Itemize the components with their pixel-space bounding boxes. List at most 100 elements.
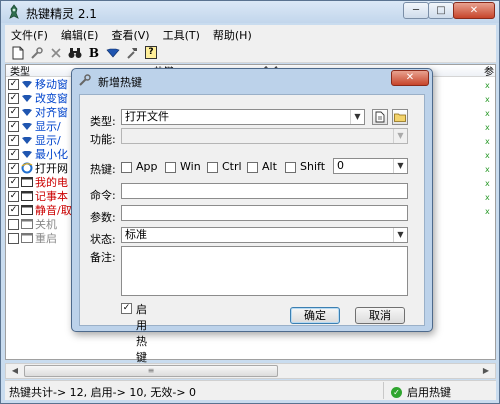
row-checkbox[interactable]: ✓ [8, 78, 19, 90]
row-checkbox[interactable] [8, 232, 19, 244]
row-checkbox[interactable]: ✓ [8, 162, 19, 174]
list-item[interactable]: ✓ 最小化 [8, 147, 68, 161]
note-textarea[interactable] [121, 246, 408, 296]
minimize-button[interactable]: ─ [403, 2, 429, 19]
row-mark: x [485, 95, 490, 104]
window-title: 热键精灵 2.1 [26, 7, 97, 21]
document-button[interactable] [372, 109, 388, 125]
maximize-button[interactable]: □ [428, 2, 454, 19]
ctrl-label: Ctrl [222, 160, 242, 173]
command-label: 命令: [90, 189, 116, 202]
row-mark: x [485, 193, 490, 202]
row-checkbox[interactable]: ✓ [8, 148, 19, 160]
toolbar: B ? [5, 43, 496, 63]
list-item[interactable]: ✓ 显示/ [8, 119, 61, 133]
scroll-left-arrow-icon[interactable]: ◀ [7, 364, 23, 378]
note-label: 备注: [90, 251, 116, 264]
scroll-right-arrow-icon[interactable]: ▶ [478, 364, 494, 378]
menu-tools[interactable]: 工具(T) [157, 25, 207, 43]
command-input[interactable] [121, 183, 408, 199]
key-dropdown[interactable]: 0 ▼ [333, 158, 408, 174]
list-item[interactable]: ✓ 移动窗 [8, 77, 68, 91]
app-checkbox[interactable] [121, 162, 132, 173]
win-checkbox[interactable] [165, 162, 176, 173]
row-checkbox[interactable]: ✓ [8, 92, 19, 104]
new-file-button[interactable] [9, 44, 27, 62]
list-item[interactable]: ✓ 我的电 [8, 175, 68, 189]
delete-icon [51, 47, 61, 58]
dialog-close-button[interactable]: ✕ [391, 70, 429, 86]
tools-button[interactable] [123, 44, 141, 62]
list-item[interactable]: ✓ 改变窗 [8, 91, 68, 105]
dialog-title: 新增热键 [98, 76, 142, 89]
list-item[interactable]: 关机 [8, 217, 57, 231]
row-checkbox[interactable]: ✓ [8, 120, 19, 132]
row-mark: x [485, 81, 490, 90]
ok-button[interactable]: 确定 [290, 307, 340, 324]
row-mark: x [485, 151, 490, 160]
enable-hotkey-checkbox[interactable]: ✓ [121, 303, 132, 314]
menu-view[interactable]: 查看(V) [105, 25, 156, 43]
list-item[interactable]: 重启 [8, 231, 57, 245]
close-button[interactable]: ✕ [453, 2, 495, 19]
bold-button[interactable]: B [85, 44, 103, 62]
list-item[interactable]: ✓ 对齐窗 [8, 105, 68, 119]
row-label: 重启 [35, 232, 57, 245]
dialog-title-bar: 新增热键 ✕ [72, 69, 432, 91]
hotkey-button[interactable] [104, 44, 122, 62]
key-value: 0 [337, 159, 344, 172]
new-hotkey-dialog: 新增热键 ✕ 类型: 打开文件 ▼ 功能: ▼ 热键: App Win Ctrl… [71, 68, 433, 364]
hotkey-diamond-icon [21, 107, 33, 118]
row-checkbox[interactable]: ✓ [8, 134, 19, 146]
params-input[interactable] [121, 205, 408, 221]
diamond-icon [106, 48, 120, 57]
list-item[interactable]: ✓ 静音/取 [8, 203, 72, 217]
browse-folder-button[interactable] [392, 109, 408, 125]
type-dropdown[interactable]: 打开文件 ▼ [121, 109, 365, 125]
window-icon [21, 205, 33, 216]
hotkey-diamond-icon [21, 79, 33, 90]
wrench-icon [78, 73, 92, 90]
column-params[interactable]: 参 [484, 65, 494, 78]
ctrl-checkbox[interactable] [207, 162, 218, 173]
document-icon [375, 111, 385, 123]
list-item[interactable]: ✓ 打开网 [8, 161, 68, 175]
horizontal-scrollbar[interactable]: ◀ ≡ ▶ [5, 363, 496, 379]
menu-file[interactable]: 文件(F) [5, 25, 55, 43]
function-label: 功能: [90, 133, 116, 146]
row-checkbox[interactable]: ✓ [8, 204, 19, 216]
function-dropdown[interactable]: ▼ [121, 128, 408, 144]
column-type[interactable]: 类型 [10, 65, 30, 78]
help-button[interactable]: ? [142, 44, 160, 62]
edit-button[interactable] [28, 44, 46, 62]
window-icon [21, 177, 33, 188]
app-logo-icon [9, 4, 19, 19]
status-divider [383, 382, 384, 399]
row-checkbox[interactable]: ✓ [8, 176, 19, 188]
row-checkbox[interactable]: ✓ [8, 106, 19, 118]
state-dropdown[interactable]: 标准 ▼ [121, 227, 408, 243]
params-label: 参数: [90, 211, 116, 224]
menu-help[interactable]: 帮助(H) [207, 25, 259, 43]
menu-edit[interactable]: 编辑(E) [55, 25, 106, 43]
scroll-thumb[interactable]: ≡ [24, 365, 278, 377]
dialog-body: 类型: 打开文件 ▼ 功能: ▼ 热键: App Win Ctrl Alt Sh… [79, 94, 425, 364]
cancel-button[interactable]: 取消 [355, 307, 405, 324]
list-item[interactable]: ✓ 记事本 [8, 189, 68, 203]
find-button[interactable] [66, 44, 84, 62]
delete-button[interactable] [47, 44, 65, 62]
row-checkbox[interactable] [8, 218, 19, 230]
list-item[interactable]: ✓ 显示/ [8, 133, 61, 147]
shift-checkbox[interactable] [285, 162, 296, 173]
window-icon [21, 219, 33, 230]
hammer-icon [127, 47, 137, 59]
row-checkbox[interactable]: ✓ [8, 190, 19, 202]
status-enabled[interactable]: ✓ 启用热键 [391, 384, 451, 400]
alt-checkbox[interactable] [247, 162, 258, 173]
chevron-down-icon: ▼ [350, 110, 364, 124]
status-enabled-label: 启用热键 [407, 386, 451, 399]
hotkey-diamond-icon [21, 135, 33, 146]
menu-bar: 文件(F) 编辑(E) 查看(V) 工具(T) 帮助(H) [5, 25, 496, 43]
type-label: 类型: [90, 115, 116, 128]
type-value: 打开文件 [125, 110, 169, 123]
